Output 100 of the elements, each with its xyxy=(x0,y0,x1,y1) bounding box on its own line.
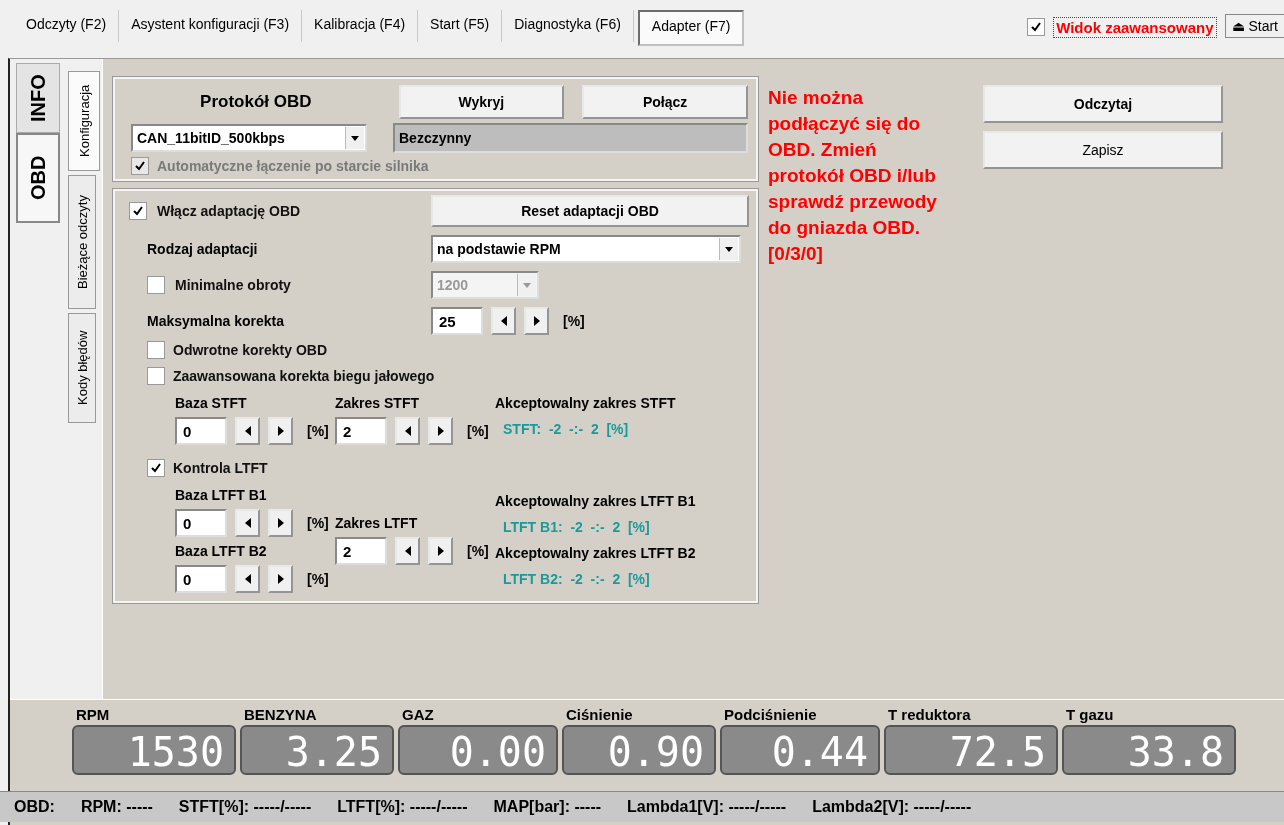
tab[interactable]: Kalibracja (F4) xyxy=(302,10,419,42)
status-item: RPM: ----- xyxy=(80,798,153,816)
gauge-label: GAZ xyxy=(401,706,435,723)
gauge-label: Ciśnienie xyxy=(565,706,634,723)
digital-display: 0.44 xyxy=(720,725,880,775)
number-field[interactable]: 25 xyxy=(431,307,483,335)
status-item: Lambda1[V]: -----/----- xyxy=(627,798,787,816)
check-icon xyxy=(150,462,162,474)
decrement-button[interactable] xyxy=(395,417,420,445)
protocol-dropdown[interactable]: CAN_11bitID_500kbps xyxy=(131,124,367,152)
increment-button[interactable] xyxy=(268,565,293,593)
range-readout: STFT: -2 -:- 2 [%] xyxy=(502,421,630,437)
digital-display: 33.8 xyxy=(1062,725,1236,775)
unit-label: [%] xyxy=(307,423,329,439)
decrement-button[interactable] xyxy=(235,509,260,537)
tab[interactable]: Diagnostyka (F6) xyxy=(502,10,634,42)
gauge-label: Podciśnienie xyxy=(723,706,818,723)
status-item: Lambda2[V]: -----/----- xyxy=(812,798,972,816)
increment-button[interactable] xyxy=(428,417,453,445)
unit-label: [%] xyxy=(467,423,489,439)
digital-display: 0.90 xyxy=(562,725,716,775)
increment-button[interactable] xyxy=(428,537,453,565)
field-label: Baza STFT xyxy=(175,395,248,411)
reset-button[interactable]: Reset adaptacji OBD xyxy=(431,195,749,227)
increment-button[interactable] xyxy=(268,417,293,445)
read-button[interactable]: Odczytaj xyxy=(983,85,1223,123)
number-field[interactable]: 0 xyxy=(175,417,227,445)
tab[interactable]: INFO xyxy=(16,63,60,133)
field-label: Akceptowalny zakres STFT xyxy=(495,395,677,411)
left-arrow-icon xyxy=(244,518,251,528)
tab[interactable]: Kody błędów xyxy=(68,313,96,423)
checkbox-label: Minimalne obroty xyxy=(175,277,291,293)
status-field: Bezczynny xyxy=(393,123,748,153)
start-button[interactable]: ⏏ Start xyxy=(1224,14,1284,38)
caret-icon xyxy=(719,238,738,260)
number-field[interactable]: 0 xyxy=(175,565,227,593)
status-item: LTFT[%]: -----/----- xyxy=(337,798,468,816)
left-arrow-icon xyxy=(500,316,507,326)
field-label: Maksymalna korekta xyxy=(147,313,284,329)
right-arrow-icon xyxy=(437,426,444,436)
checkbox-label: Zaawansowana korekta biegu jałowego xyxy=(173,368,435,384)
tab[interactable]: Asystent konfiguracji (F3) xyxy=(119,10,303,42)
checkbox-label: Odwrotne korekty OBD xyxy=(173,342,328,358)
digital-display: 0.00 xyxy=(398,725,558,775)
tab[interactable]: Adapter (F7) xyxy=(637,10,745,46)
check-icon xyxy=(1030,21,1043,33)
unit-label: [%] xyxy=(467,543,489,559)
range-readout: LTFT B1: -2 -:- 2 [%] xyxy=(502,519,651,535)
unit-label: [%] xyxy=(307,571,329,587)
tab[interactable]: Odczyty (F2) xyxy=(14,10,120,42)
tab[interactable]: Start (F5) xyxy=(418,10,503,42)
adaptation-dropdown[interactable]: na podstawie RPM xyxy=(431,235,741,263)
status-item: MAP[bar]: ----- xyxy=(493,798,602,816)
decrement-button[interactable] xyxy=(395,537,420,565)
number-field[interactable]: 2 xyxy=(335,417,387,445)
left-arrow-icon xyxy=(404,546,411,556)
field-label: Rodzaj adaptacji xyxy=(147,241,258,257)
field-label: Zakres STFT xyxy=(335,395,421,411)
checkbox[interactable] xyxy=(1027,18,1046,36)
detect-button[interactable]: Wykryj xyxy=(398,85,565,119)
digital-display: 1530 xyxy=(72,725,236,775)
field-label: Akceptowalny zakres LTFT B2 xyxy=(495,545,697,561)
field-label: Zakres LTFT xyxy=(335,515,419,531)
digital-display: 72.5 xyxy=(884,725,1058,775)
left-arrow-icon xyxy=(244,574,251,584)
increment-button[interactable] xyxy=(268,509,293,537)
caret-icon xyxy=(517,274,536,296)
tab[interactable]: OBD xyxy=(16,133,60,223)
right-arrow-icon xyxy=(277,518,284,528)
status-item: STFT[%]: -----/----- xyxy=(178,798,312,816)
unit-label: [%] xyxy=(307,515,329,531)
digital-display: 3.25 xyxy=(240,725,394,775)
decrement-button[interactable] xyxy=(235,565,260,593)
checkbox-label: Widok zaawansowany xyxy=(1053,16,1217,38)
right-arrow-icon xyxy=(277,426,284,436)
gauge-label: T reduktora xyxy=(887,706,972,723)
checkbox-label: Kontrola LTFT xyxy=(173,460,268,476)
checkbox-label: Automatyczne łączenie po starcie silnika xyxy=(157,158,429,174)
number-field[interactable]: 0 xyxy=(175,509,227,537)
checkbox[interactable] xyxy=(147,367,165,385)
checkbox[interactable] xyxy=(129,202,147,220)
tab[interactable]: Bieżące odczyty xyxy=(68,175,96,309)
checkbox[interactable] xyxy=(147,341,165,359)
left-arrow-icon xyxy=(244,426,251,436)
gauge-label: T gazu xyxy=(1065,706,1115,723)
tab[interactable]: Konfiguracja xyxy=(68,71,100,171)
unit-label: [%] xyxy=(563,313,585,329)
decrement-button[interactable] xyxy=(491,307,516,335)
connect-button[interactable]: Połącz xyxy=(582,85,748,119)
checkbox[interactable] xyxy=(147,459,165,477)
right-arrow-icon xyxy=(437,546,444,556)
number-field[interactable]: 2 xyxy=(335,537,387,565)
field-label: Baza LTFT B2 xyxy=(175,543,268,559)
check-icon xyxy=(132,205,144,217)
checkbox-label: Włącz adaptację OBD xyxy=(157,203,301,219)
increment-button[interactable] xyxy=(524,307,549,335)
save-button[interactable]: Zapisz xyxy=(983,131,1223,169)
caret-icon xyxy=(345,127,364,149)
decrement-button[interactable] xyxy=(235,417,260,445)
range-readout: LTFT B2: -2 -:- 2 [%] xyxy=(502,571,651,587)
